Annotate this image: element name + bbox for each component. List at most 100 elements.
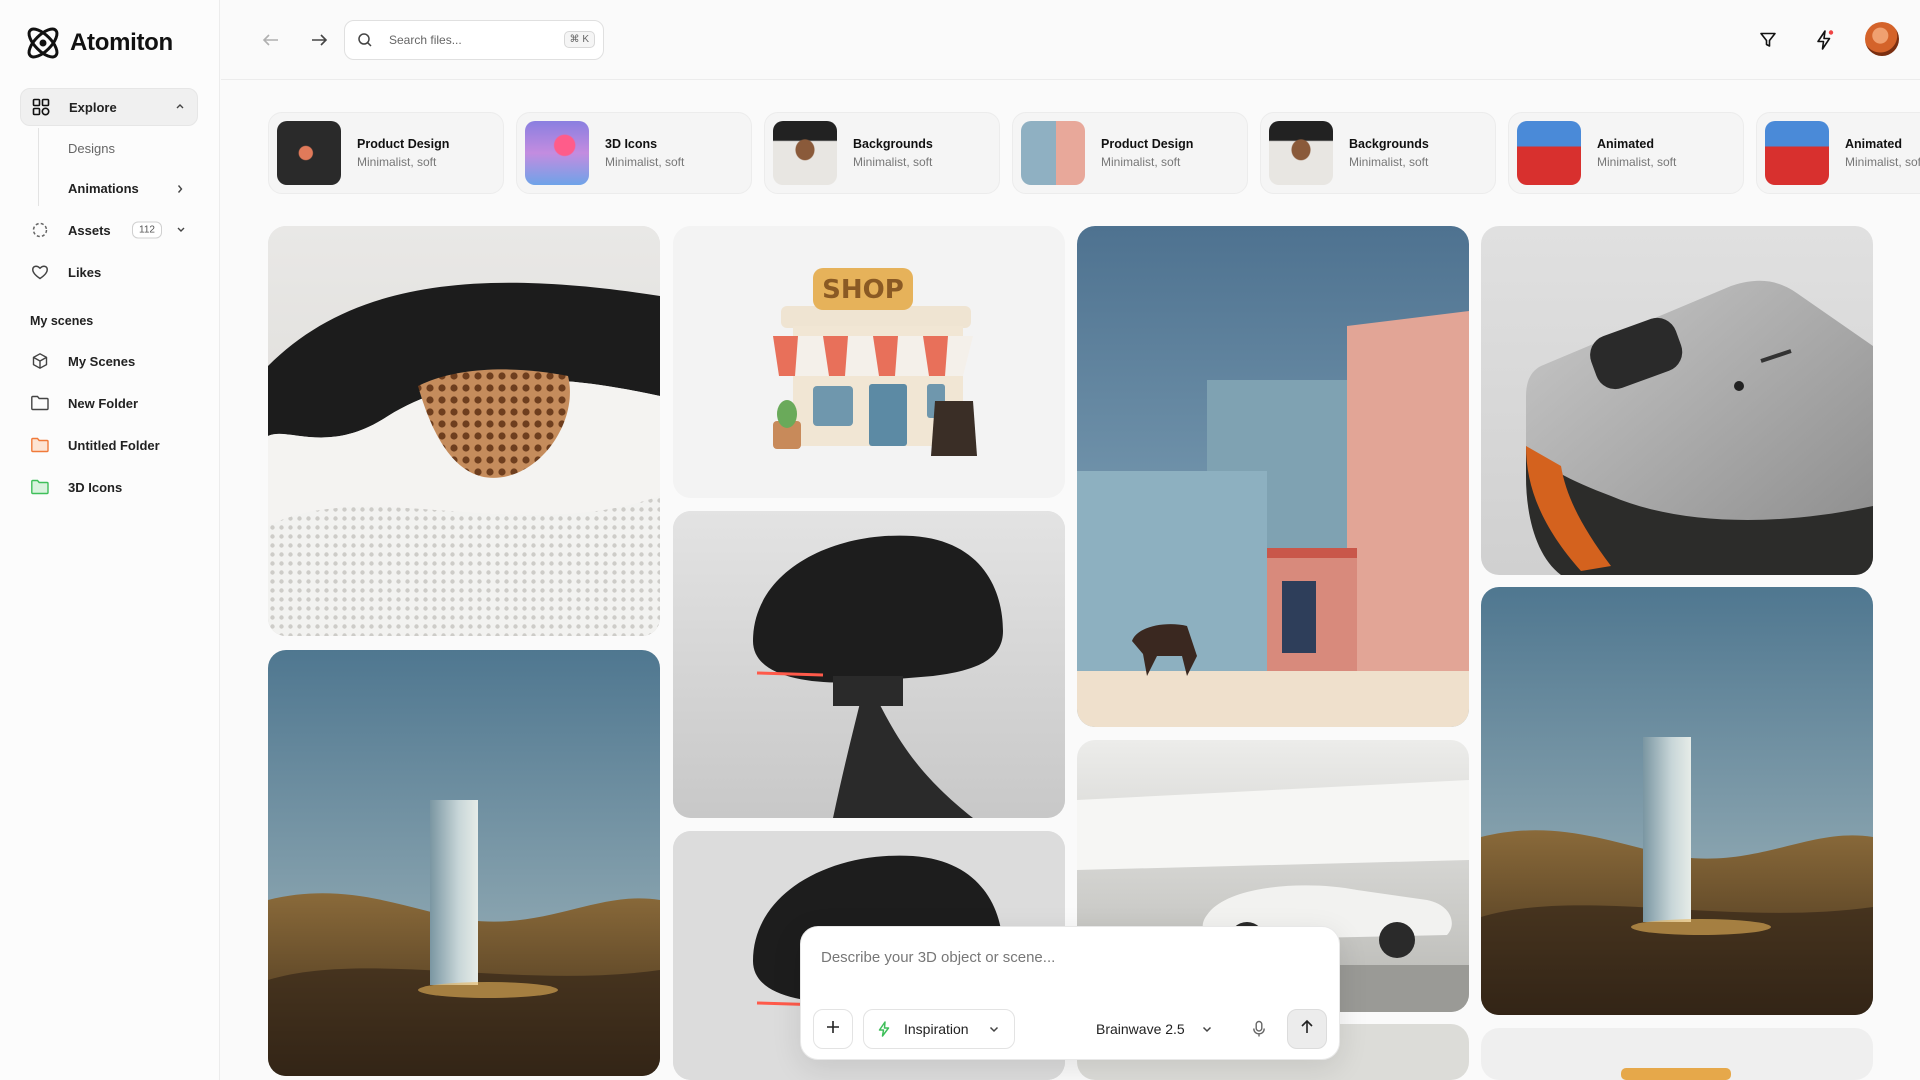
gallery-card-fabric[interactable] — [268, 226, 660, 636]
sidebar-item-label: Explore — [69, 99, 117, 115]
app-logo[interactable]: Atomiton — [22, 22, 173, 64]
robot-head-render-image — [673, 511, 1065, 818]
category-subtitle: Minimalist, soft — [605, 155, 685, 169]
sidebar-item-label: Assets — [68, 222, 111, 238]
category-thumbnail — [1765, 121, 1829, 185]
sidebar-item-label: Likes — [68, 264, 102, 280]
sidebar-item-label: 3D Icons — [68, 479, 123, 495]
atom-logo-icon — [27, 27, 59, 59]
category-chip[interactable]: Animated Minimalist, soft — [1756, 112, 1920, 194]
category-subtitle: Minimalist, soft — [1597, 155, 1677, 169]
gallery-card-robot-head[interactable] — [673, 511, 1065, 818]
folder-icon — [30, 435, 50, 455]
sidebar-item-designs[interactable]: Designs — [68, 141, 115, 156]
gallery-card-shop[interactable]: SHOP — [673, 226, 1065, 498]
sidebar-item-3d-icons[interactable]: 3D Icons — [20, 468, 198, 506]
search-icon — [357, 32, 373, 48]
folder-icon — [30, 477, 50, 497]
prompt-input[interactable] — [821, 949, 1311, 979]
assets-count-badge: 112 — [132, 221, 162, 239]
sidebar-item-animations[interactable]: Animations — [68, 181, 139, 196]
sidebar-item-label: New Folder — [68, 395, 139, 411]
prompt-composer: Inspiration Brainwave 2.5 — [800, 926, 1340, 1060]
category-chip[interactable]: Backgrounds Minimalist, soft — [764, 112, 1000, 194]
gallery-card-device[interactable] — [1481, 226, 1873, 575]
back-arrow-icon[interactable] — [259, 28, 283, 52]
category-thumbnail — [773, 121, 837, 185]
cube-icon — [30, 351, 50, 371]
lightning-icon — [876, 1021, 892, 1037]
chevron-right-icon[interactable] — [175, 182, 185, 200]
sidebar-item-untitled-folder[interactable]: Untitled Folder — [20, 426, 198, 464]
sidebar-item-label: Untitled Folder — [68, 437, 160, 453]
gallery-card-partial[interactable] — [1481, 1028, 1873, 1080]
gallery-card-architecture[interactable] — [1077, 226, 1469, 727]
folder-icon — [30, 393, 50, 413]
category-chip[interactable]: Animated Minimalist, soft — [1508, 112, 1744, 194]
category-title: Product Design — [1101, 137, 1194, 151]
category-title: Backgrounds — [853, 137, 933, 151]
lightning-icon[interactable] — [1810, 26, 1838, 54]
submenu-divider — [38, 128, 39, 206]
sidebar: Atomiton Explore Designs Animations Asse… — [0, 0, 220, 1080]
sidebar-item-my-scenes[interactable]: My Scenes — [20, 342, 198, 380]
monolith-render-image — [1481, 587, 1873, 1015]
category-subtitle: Minimalist, soft — [1845, 155, 1920, 169]
search-input[interactable] — [389, 33, 549, 47]
category-subtitle: Minimalist, soft — [1101, 155, 1181, 169]
assets-icon — [30, 220, 50, 240]
category-subtitle: Minimalist, soft — [357, 155, 437, 169]
category-subtitle: Minimalist, soft — [1349, 155, 1429, 169]
forward-arrow-icon[interactable] — [307, 28, 331, 52]
add-attachment-button[interactable] — [813, 1009, 853, 1049]
user-avatar[interactable] — [1865, 22, 1899, 56]
top-bar: ⌘ K — [221, 0, 1920, 80]
sidebar-item-explore[interactable]: Explore — [20, 88, 198, 126]
category-title: Animated — [1845, 137, 1902, 151]
grid-icon — [31, 97, 51, 117]
plus-icon — [825, 1019, 841, 1040]
monolith-render-image — [268, 650, 660, 1076]
category-thumbnail — [277, 121, 341, 185]
category-chip[interactable]: Product Design Minimalist, soft — [268, 112, 504, 194]
category-chip[interactable]: Product Design Minimalist, soft — [1012, 112, 1248, 194]
category-thumbnail — [1269, 121, 1333, 185]
category-thumbnail — [1517, 121, 1581, 185]
model-selector[interactable]: Brainwave 2.5 — [1096, 1009, 1213, 1049]
partial-render-image — [1621, 1068, 1731, 1080]
category-title: 3D Icons — [605, 137, 658, 151]
chevron-up-icon — [175, 100, 185, 115]
microphone-icon[interactable] — [1249, 1019, 1269, 1039]
sidebar-item-new-folder[interactable]: New Folder — [20, 384, 198, 422]
app-name: Atomiton — [70, 29, 173, 56]
arrow-up-icon — [1299, 1019, 1315, 1040]
model-label: Brainwave 2.5 — [1096, 1021, 1185, 1037]
sidebar-item-label: My Scenes — [68, 353, 136, 369]
sidebar-item-likes[interactable]: Likes — [20, 253, 198, 291]
search-box[interactable]: ⌘ K — [344, 20, 604, 60]
gallery-card-monolith-2[interactable] — [1481, 587, 1873, 1015]
mode-label: Inspiration — [904, 1021, 969, 1037]
category-title: Animated — [1597, 137, 1654, 151]
section-title-my-scenes: My scenes — [30, 314, 94, 328]
category-title: Product Design — [357, 137, 450, 151]
mode-selector[interactable]: Inspiration — [863, 1009, 1015, 1049]
architecture-render-image — [1077, 226, 1469, 727]
category-subtitle: Minimalist, soft — [853, 155, 933, 169]
category-thumbnail — [525, 121, 589, 185]
sidebar-item-assets[interactable]: Assets 112 — [20, 211, 198, 249]
chevron-down-icon — [176, 223, 186, 238]
shop-render-image: SHOP — [673, 226, 1065, 498]
send-button[interactable] — [1287, 1009, 1327, 1049]
svg-text:SHOP: SHOP — [822, 275, 904, 305]
category-strip: Product Design Minimalist, soft 3D Icons M… — [268, 112, 1920, 194]
category-chip[interactable]: 3D Icons Minimalist, soft — [516, 112, 752, 194]
gallery-card-monolith[interactable] — [268, 650, 660, 1076]
search-shortcut-badge: ⌘ K — [563, 31, 595, 48]
category-title: Backgrounds — [1349, 137, 1429, 151]
chevron-down-icon — [988, 1022, 1000, 1038]
category-chip[interactable]: Backgrounds Minimalist, soft — [1260, 112, 1496, 194]
category-thumbnail — [1021, 121, 1085, 185]
filter-icon[interactable] — [1754, 26, 1782, 54]
device-render-image — [1481, 226, 1873, 575]
